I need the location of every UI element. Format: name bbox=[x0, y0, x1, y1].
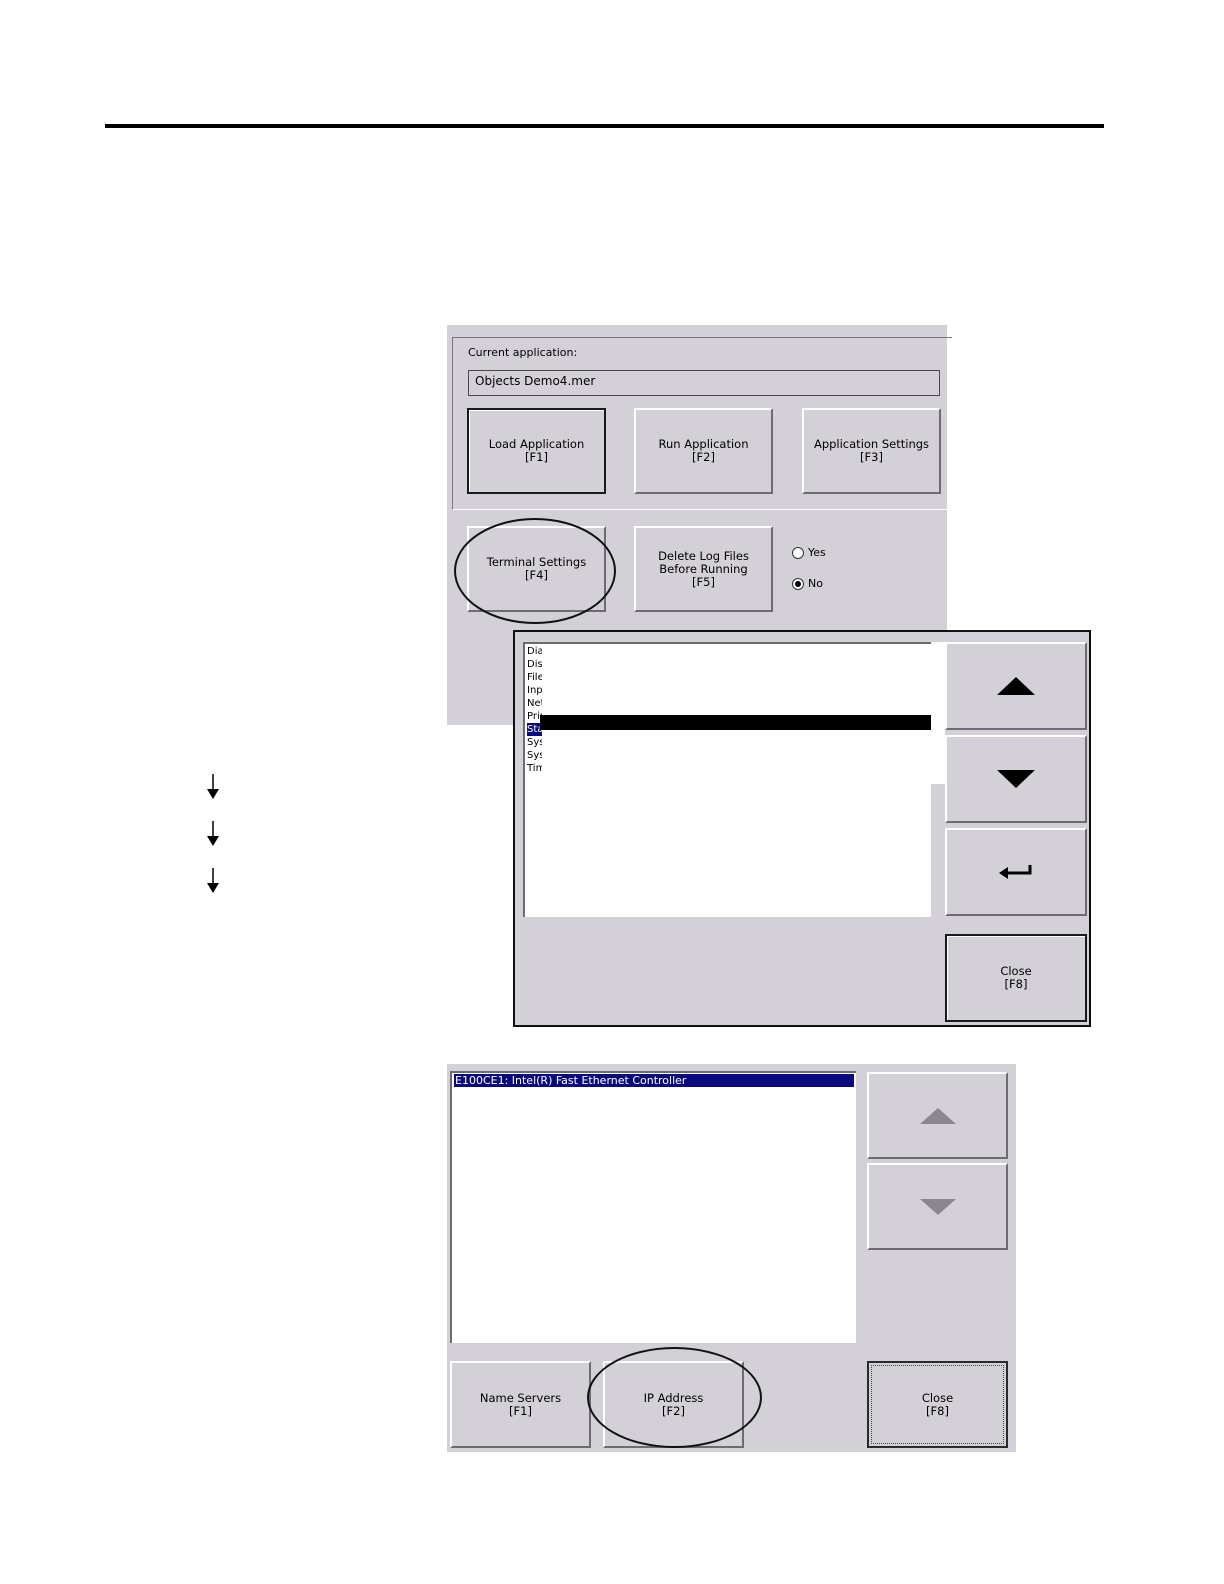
terminal-settings-screen: DiaDisFileInpNetPrinStaSysSysTim Close [… bbox=[513, 630, 1091, 1027]
up-arrow-icon bbox=[919, 1107, 956, 1124]
ip-address-button[interactable]: IP Address [F2] bbox=[603, 1361, 744, 1448]
header-rule bbox=[105, 124, 1104, 128]
scroll-up-button[interactable] bbox=[945, 642, 1087, 730]
scroll-down-button[interactable] bbox=[867, 1163, 1008, 1250]
load-application-button[interactable]: Load Application [F1] bbox=[467, 408, 606, 494]
settings-list-item[interactable]: Sys bbox=[527, 736, 542, 749]
up-arrow-icon bbox=[997, 677, 1035, 695]
close-button[interactable]: Close [F8] bbox=[867, 1361, 1008, 1448]
network-adapters-screen: E100CE1: Intel(R) Fast Ethernet Controll… bbox=[447, 1064, 1016, 1452]
settings-list-item[interactable]: Net bbox=[527, 697, 542, 710]
enter-button[interactable] bbox=[945, 828, 1087, 916]
settings-list-item[interactable]: Dis bbox=[527, 658, 542, 671]
selection-highlight-bar bbox=[540, 715, 946, 730]
settings-list-item[interactable]: Inp bbox=[527, 684, 542, 697]
yes-radio-label: Yes bbox=[808, 546, 826, 559]
no-radio-label: No bbox=[808, 577, 823, 590]
flow-down-arrow-icon bbox=[207, 821, 219, 846]
flow-down-arrow-icon bbox=[207, 774, 219, 799]
down-arrow-icon bbox=[997, 770, 1035, 788]
adapter-item-selected[interactable]: E100CE1: Intel(R) Fast Ethernet Controll… bbox=[454, 1074, 854, 1087]
scroll-down-button[interactable] bbox=[945, 735, 1087, 823]
adapter-list[interactable]: E100CE1: Intel(R) Fast Ethernet Controll… bbox=[450, 1071, 856, 1343]
close-button[interactable]: Close [F8] bbox=[945, 934, 1087, 1022]
scroll-up-button[interactable] bbox=[867, 1072, 1008, 1159]
application-settings-button[interactable]: Application Settings [F3] bbox=[802, 408, 941, 494]
settings-list-item[interactable]: Tim bbox=[527, 762, 542, 775]
list-overflow bbox=[931, 642, 945, 784]
settings-list[interactable]: DiaDisFileInpNetPrinStaSysSysTim bbox=[523, 642, 946, 917]
terminal-settings-button[interactable]: Terminal Settings [F4] bbox=[467, 526, 606, 612]
no-radio[interactable] bbox=[792, 578, 804, 590]
settings-list-item[interactable]: Dia bbox=[527, 645, 542, 658]
settings-list-item[interactable]: File bbox=[527, 671, 542, 684]
yes-radio[interactable] bbox=[792, 547, 804, 559]
flow-down-arrow-icon bbox=[207, 868, 219, 893]
current-application-label: Current application: bbox=[468, 346, 578, 359]
run-application-button[interactable]: Run Application [F2] bbox=[634, 408, 773, 494]
down-arrow-icon bbox=[919, 1198, 956, 1215]
settings-list-item[interactable]: Sys bbox=[527, 749, 542, 762]
enter-icon bbox=[999, 865, 1032, 879]
name-servers-button[interactable]: Name Servers [F1] bbox=[450, 1361, 591, 1448]
delete-log-files-button[interactable]: Delete Log Files Before Running [F5] bbox=[634, 526, 773, 612]
current-application-field: Objects Demo4.mer bbox=[468, 370, 940, 396]
